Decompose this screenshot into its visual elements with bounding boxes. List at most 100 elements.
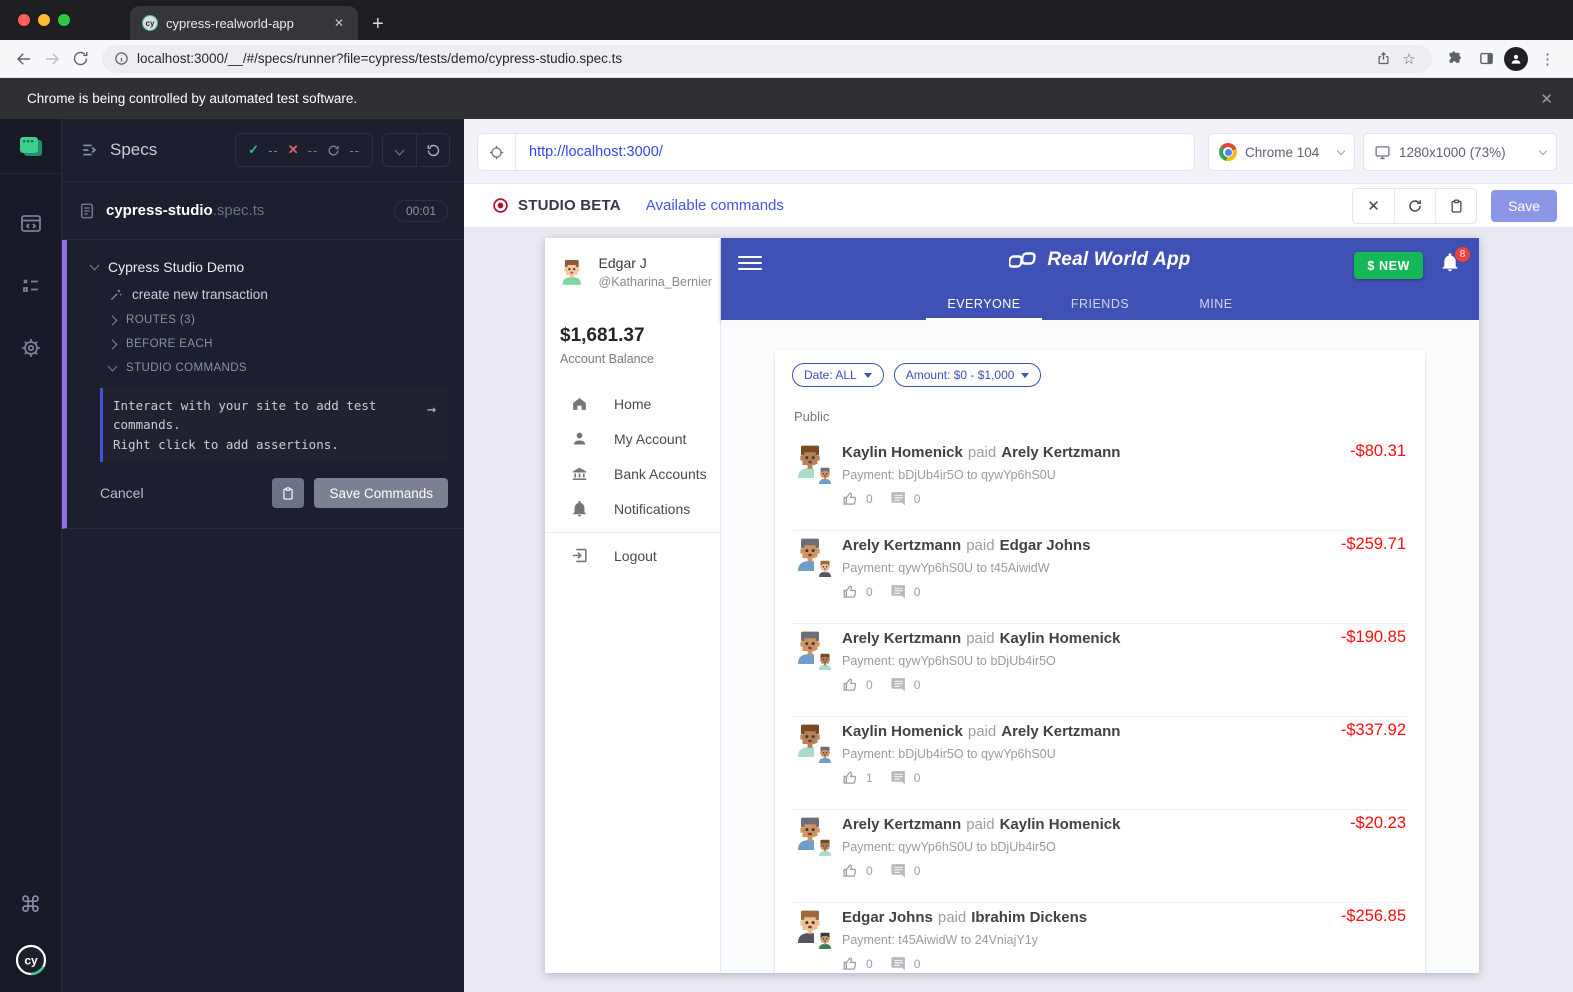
studio-close-icon[interactable]: ✕ — [1353, 189, 1394, 223]
payer-name[interactable]: Arely Kertzmann — [842, 537, 961, 554]
address-bar[interactable]: localhost:3000/__/#/specs/runner?file=cy… — [102, 45, 1432, 73]
maximize-window-button[interactable] — [58, 14, 70, 26]
site-info-icon[interactable] — [114, 51, 129, 66]
spec-extension: .spec.ts — [213, 202, 265, 219]
studio-toolbar: STUDIO BETA Available commands ✕ Save — [464, 183, 1573, 228]
transaction-row[interactable]: Arely KertzmannpaidKaylin Homenick Payme… — [792, 624, 1408, 717]
window-controls — [0, 0, 84, 40]
cypress-app-icon[interactable] — [18, 135, 44, 159]
runs-nav-icon[interactable] — [19, 274, 43, 298]
toolbar-right: ⋮ — [1440, 45, 1563, 73]
transaction-row[interactable]: Arely KertzmannpaidKaylin Homenick Payme… — [792, 810, 1408, 903]
comment-icon[interactable] — [890, 676, 907, 693]
available-commands-link[interactable]: Available commands — [646, 197, 784, 214]
viewport-select[interactable]: 1280x1000 (73%) — [1363, 133, 1557, 171]
keyboard-shortcuts-icon[interactable]: ⌘ — [20, 892, 42, 918]
tab-friends[interactable]: FRIENDS — [1042, 288, 1158, 320]
like-icon[interactable] — [842, 955, 859, 972]
payer-name[interactable]: Kaylin Homenick — [842, 723, 963, 740]
specs-list-icon[interactable] — [80, 140, 100, 160]
receiver-name[interactable]: Edgar Johns — [1000, 537, 1091, 554]
spec-name: cypress-studio — [106, 202, 213, 219]
collapse-chevron-icon[interactable] — [383, 134, 416, 166]
action-label: paid — [968, 444, 996, 461]
like-icon[interactable] — [842, 490, 859, 507]
transaction-row[interactable]: Arely KertzmannpaidEdgar Johns Payment: … — [792, 531, 1408, 624]
new-transaction-button[interactable]: $ NEW — [1354, 252, 1423, 279]
browser-menu-icon[interactable]: ⋮ — [1532, 50, 1563, 68]
profile-avatar-icon[interactable] — [1504, 47, 1528, 71]
balance-amount: $1,681.37 — [560, 325, 720, 347]
reload-button[interactable] — [66, 45, 94, 73]
test-row[interactable]: create new transaction — [67, 281, 464, 308]
close-window-button[interactable] — [18, 14, 30, 26]
selector-playground-icon[interactable] — [478, 134, 516, 170]
copy-commands-button[interactable] — [272, 478, 304, 508]
comment-icon[interactable] — [890, 490, 907, 507]
cypress-logo[interactable]: cy — [15, 944, 47, 976]
receiver-name[interactable]: Arely Kertzmann — [1001, 723, 1120, 740]
payer-name[interactable]: Arely Kertzmann — [842, 816, 961, 833]
tab-mine[interactable]: MINE — [1158, 288, 1274, 320]
receiver-name[interactable]: Kaylin Homenick — [1000, 630, 1121, 647]
tab-everyone[interactable]: EVERYONE — [926, 288, 1042, 320]
studio-copy-icon[interactable] — [1435, 189, 1476, 223]
notifications-bell[interactable]: 8 — [1439, 251, 1465, 277]
spec-file-row[interactable]: cypress-studio.spec.ts 00:01 — [62, 182, 464, 240]
bookmark-star-icon[interactable]: ☆ — [1396, 47, 1422, 71]
share-icon[interactable] — [1370, 47, 1396, 71]
browser-select[interactable]: Chrome 104 — [1208, 133, 1355, 171]
payer-name[interactable]: Arely Kertzmann — [842, 630, 961, 647]
like-icon[interactable] — [842, 769, 859, 786]
new-tab-button[interactable]: + — [372, 14, 384, 34]
screen: cy cypress-realworld-app ✕ + localhost:3… — [0, 0, 1573, 992]
banner-close-icon[interactable]: ✕ — [1540, 90, 1553, 108]
sidebar-item-home[interactable]: Home — [545, 386, 720, 421]
studio-save-button[interactable]: Save — [1491, 190, 1557, 222]
transaction-row[interactable]: Kaylin HomenickpaidArely Kertzmann Payme… — [792, 717, 1408, 810]
browser-tabstrip: cy cypress-realworld-app ✕ + — [0, 0, 1573, 40]
date-filter-chip[interactable]: Date: ALL — [792, 363, 884, 387]
payer-name[interactable]: Edgar Johns — [842, 909, 933, 926]
payer-name[interactable]: Kaylin Homenick — [842, 444, 963, 461]
receiver-name[interactable]: Arely Kertzmann — [1001, 444, 1120, 461]
amount-filter-chip[interactable]: Amount: $0 - $1,000 — [894, 363, 1042, 387]
sidebar-item-my-account[interactable]: My Account — [545, 421, 720, 456]
rerun-icon[interactable] — [416, 134, 449, 166]
comment-icon[interactable] — [890, 583, 907, 600]
side-panel-icon[interactable] — [1472, 45, 1500, 73]
sidebar-item-logout[interactable]: Logout — [545, 538, 720, 573]
routes-row[interactable]: ROUTES (3) — [67, 308, 464, 332]
svg-text:cy: cy — [24, 954, 38, 968]
like-icon[interactable] — [842, 676, 859, 693]
like-icon[interactable] — [842, 862, 859, 879]
transaction-row[interactable]: Kaylin HomenickpaidArely Kertzmann Payme… — [792, 438, 1408, 531]
receiver-name[interactable]: Kaylin Homenick — [1000, 816, 1121, 833]
chevron-down-icon — [108, 362, 118, 372]
minimize-window-button[interactable] — [38, 14, 50, 26]
comment-icon[interactable] — [890, 769, 907, 786]
comment-icon[interactable] — [890, 862, 907, 879]
sidebar-item-notifications[interactable]: Notifications — [545, 491, 720, 526]
extensions-icon[interactable] — [1440, 45, 1468, 73]
browser-tab[interactable]: cy cypress-realworld-app ✕ — [130, 6, 358, 40]
tab-close-icon[interactable]: ✕ — [330, 14, 348, 32]
transaction-row[interactable]: Edgar JohnspaidIbrahim Dickens Payment: … — [792, 903, 1408, 973]
aut-url-bar[interactable]: http://localhost:3000/ — [477, 133, 1195, 171]
save-commands-button[interactable]: Save Commands — [314, 478, 448, 508]
sidebar-item-bank-accounts[interactable]: Bank Accounts — [545, 456, 720, 491]
receiver-name[interactable]: Ibrahim Dickens — [971, 909, 1087, 926]
suite-row[interactable]: Cypress Studio Demo — [67, 253, 464, 281]
cancel-button[interactable]: Cancel — [100, 485, 144, 501]
run-stats: ✓ -- ✕ -- -- — [235, 133, 373, 167]
comment-icon[interactable] — [890, 955, 907, 972]
specs-nav-icon[interactable] — [19, 212, 43, 236]
studio-commands-row[interactable]: STUDIO COMMANDS — [67, 356, 464, 380]
forward-button[interactable] — [38, 45, 66, 73]
back-button[interactable] — [10, 45, 38, 73]
settings-gear-icon[interactable] — [19, 336, 43, 360]
transaction-title: Edgar JohnspaidIbrahim Dickens — [842, 909, 1408, 926]
like-icon[interactable] — [842, 583, 859, 600]
before-each-row[interactable]: BEFORE EACH — [67, 332, 464, 356]
studio-restart-icon[interactable] — [1394, 189, 1435, 223]
